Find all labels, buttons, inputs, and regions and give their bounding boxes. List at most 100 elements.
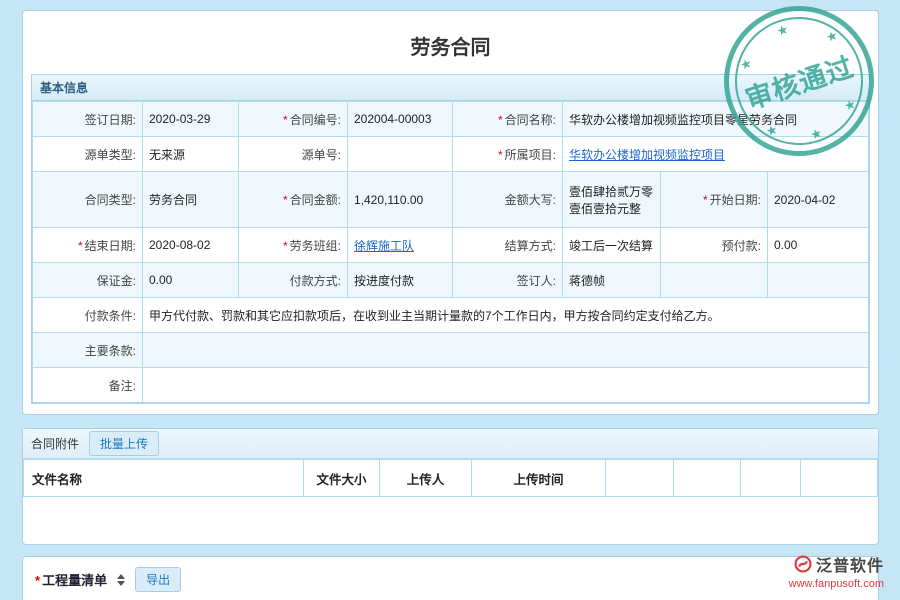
table-row: 合同类型: 劳务合同 *合同金额: 1,420,110.00 金额大写: 壹佰肆… [33, 172, 869, 228]
start-date-label-text: 开始日期: [710, 193, 761, 207]
table-row: 源单类型: 无来源 源单号: *所属项目: 华软办公楼增加视频监控项目 [33, 137, 869, 172]
deposit-label: 保证金: [33, 263, 143, 298]
attachments-card: 合同附件 批量上传 文件名称 文件大小 上传人 上传时间 [22, 428, 879, 545]
boq-section-card: *工程量清单 导出 [22, 556, 879, 600]
table-row: 保证金: 0.00 付款方式: 按进度付款 签订人: 蒋德帧 [33, 263, 869, 298]
project-label: *所属项目: [453, 137, 563, 172]
contract-detail-card: 劳务合同 基本信息 签订日期: 2020-03-29 *合同编号: [22, 10, 879, 415]
table-row: *结束日期: 2020-08-02 *劳务班组: 徐辉施工队 结算方式: 竣工后… [33, 228, 869, 263]
batch-upload-button[interactable]: 批量上传 [89, 431, 159, 456]
required-asterisk: * [498, 148, 503, 162]
attachments-table: 文件名称 文件大小 上传人 上传时间 [23, 459, 878, 497]
labor-contract-page: 劳务合同 基本信息 签订日期: 2020-03-29 *合同编号: [0, 0, 900, 600]
labor-team-label: *劳务班组: [239, 228, 348, 263]
export-button[interactable]: 导出 [135, 567, 181, 592]
attachments-title: 合同附件 [31, 435, 79, 452]
sign-date-value: 2020-03-29 [143, 102, 239, 137]
empty-cell [661, 263, 768, 298]
attach-col-filesize: 文件大小 [304, 460, 380, 497]
sort-up-arrow [117, 574, 125, 579]
fanpu-logo-icon [794, 555, 812, 573]
attachments-header: 合同附件 批量上传 [23, 429, 878, 459]
source-no-label: 源单号: [239, 137, 348, 172]
pay-method-value: 按进度付款 [348, 263, 453, 298]
brand-url[interactable]: www.fanpusoft.com [789, 578, 884, 590]
amount-caps-value: 壹佰肆拾贰万零壹佰壹拾元整 [563, 172, 661, 228]
contract-type-value: 劳务合同 [143, 172, 239, 228]
boq-title: *工程量清单 [35, 570, 107, 589]
amount-label: *合同金额: [239, 172, 348, 228]
attach-col-uploadtime: 上传时间 [472, 460, 606, 497]
contract-no-label-text: 合同编号: [290, 113, 341, 127]
required-asterisk: * [78, 239, 83, 253]
basic-info-table: 签订日期: 2020-03-29 *合同编号: 202004-00003 *合同… [32, 101, 869, 403]
end-date-label: *结束日期: [33, 228, 143, 263]
source-type-value: 无来源 [143, 137, 239, 172]
signer-label: 签订人: [453, 263, 563, 298]
source-type-label: 源单类型: [33, 137, 143, 172]
boq-title-text: 工程量清单 [42, 573, 107, 588]
amount-value: 1,420,110.00 [348, 172, 453, 228]
pay-terms-label: 付款条件: [33, 298, 143, 333]
contract-name-label: *合同名称: [453, 102, 563, 137]
contract-name-label-text: 合同名称: [505, 113, 556, 127]
settlement-value: 竣工后一次结算 [563, 228, 661, 263]
attach-col-empty [741, 460, 801, 497]
required-asterisk: * [35, 573, 40, 588]
labor-team-label-text: 劳务班组: [290, 239, 341, 253]
sign-date-label: 签订日期: [33, 102, 143, 137]
settlement-label: 结算方式: [453, 228, 563, 263]
table-row: 主要条款: [33, 333, 869, 368]
attach-col-empty [674, 460, 741, 497]
main-clause-value [143, 333, 869, 368]
project-link[interactable]: 华软办公楼增加视频监控项目 [569, 148, 725, 162]
brand-name-row: 泛普软件 [794, 552, 884, 576]
basic-info-header: 基本信息 [32, 75, 869, 101]
attach-col-empty [801, 460, 878, 497]
prepay-label: 预付款: [661, 228, 768, 263]
empty-cell [768, 263, 869, 298]
boq-toolbar: *工程量清单 导出 [23, 557, 878, 600]
start-date-label: *开始日期: [661, 172, 768, 228]
labor-team-value-cell: 徐辉施工队 [348, 228, 453, 263]
required-asterisk: * [703, 193, 708, 207]
contract-name-value: 华软办公楼增加视频监控项目零星劳务合同 [563, 102, 869, 137]
sort-icon[interactable] [117, 574, 125, 586]
required-asterisk: * [283, 113, 288, 127]
basic-info-title: 基本信息 [40, 81, 88, 95]
required-asterisk: * [283, 239, 288, 253]
deposit-value: 0.00 [143, 263, 239, 298]
remark-value [143, 368, 869, 403]
required-asterisk: * [498, 113, 503, 127]
table-row: 签订日期: 2020-03-29 *合同编号: 202004-00003 *合同… [33, 102, 869, 137]
labor-team-link[interactable]: 徐辉施工队 [354, 239, 414, 253]
project-label-text: 所属项目: [505, 148, 556, 162]
end-date-label-text: 结束日期: [85, 239, 136, 253]
brand-name: 泛普软件 [816, 552, 884, 576]
attach-col-empty [606, 460, 674, 497]
prepay-value: 0.00 [768, 228, 869, 263]
vendor-branding: 泛普软件 www.fanpusoft.com [789, 552, 884, 590]
project-value-cell: 华软办公楼增加视频监控项目 [563, 137, 869, 172]
pay-method-label: 付款方式: [239, 263, 348, 298]
signer-value: 蒋德帧 [563, 263, 661, 298]
attach-col-filename: 文件名称 [24, 460, 304, 497]
remark-label: 备注: [33, 368, 143, 403]
start-date-value: 2020-04-02 [768, 172, 869, 228]
end-date-value: 2020-08-02 [143, 228, 239, 263]
contract-no-label: *合同编号: [239, 102, 348, 137]
table-row: 付款条件: 甲方代付款、罚款和其它应扣款项后，在收到业主当期计量款的7个工作日内… [33, 298, 869, 333]
attachments-header-row: 文件名称 文件大小 上传人 上传时间 [24, 460, 878, 497]
required-asterisk: * [283, 193, 288, 207]
amount-label-text: 合同金额: [290, 193, 341, 207]
source-no-value [348, 137, 453, 172]
main-clause-label: 主要条款: [33, 333, 143, 368]
basic-info-section: 基本信息 签订日期: 2020-03-29 *合同编号: 202004-0000… [31, 74, 870, 404]
contract-type-label: 合同类型: [33, 172, 143, 228]
attach-col-uploader: 上传人 [380, 460, 472, 497]
amount-caps-label: 金额大写: [453, 172, 563, 228]
sort-down-arrow [117, 581, 125, 586]
contract-no-value: 202004-00003 [348, 102, 453, 137]
table-row: 备注: [33, 368, 869, 403]
pay-terms-value: 甲方代付款、罚款和其它应扣款项后，在收到业主当期计量款的7个工作日内，甲方按合同… [143, 298, 869, 333]
